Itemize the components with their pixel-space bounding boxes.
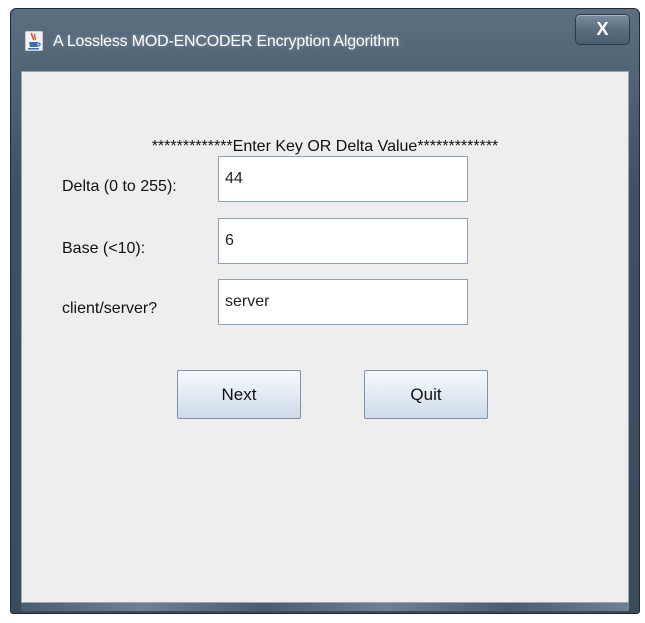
- next-button[interactable]: Next: [177, 370, 301, 419]
- form-heading: *************Enter Key OR Delta Value***…: [151, 138, 499, 155]
- base-label: Base (<10):: [62, 240, 146, 257]
- client-server-input[interactable]: [218, 279, 468, 325]
- delta-label: Delta (0 to 255):: [62, 178, 177, 195]
- delta-input[interactable]: [218, 156, 468, 202]
- base-input[interactable]: [218, 218, 468, 264]
- window-bottom-border: [21, 603, 629, 611]
- client-area: *************Enter Key OR Delta Value***…: [21, 71, 629, 603]
- java-cup-icon: [24, 30, 44, 52]
- close-icon: X: [596, 19, 609, 39]
- window-title: A Lossless MOD-ENCODER Encryption Algori…: [53, 33, 400, 50]
- title-bar[interactable]: A Lossless MOD-ENCODER Encryption Algori…: [11, 9, 639, 71]
- close-button[interactable]: X: [575, 14, 630, 45]
- quit-button[interactable]: Quit: [364, 370, 488, 419]
- app-window: A Lossless MOD-ENCODER Encryption Algori…: [10, 8, 640, 614]
- client-server-label: client/server?: [62, 300, 158, 317]
- top-strip: [0, 0, 645, 8]
